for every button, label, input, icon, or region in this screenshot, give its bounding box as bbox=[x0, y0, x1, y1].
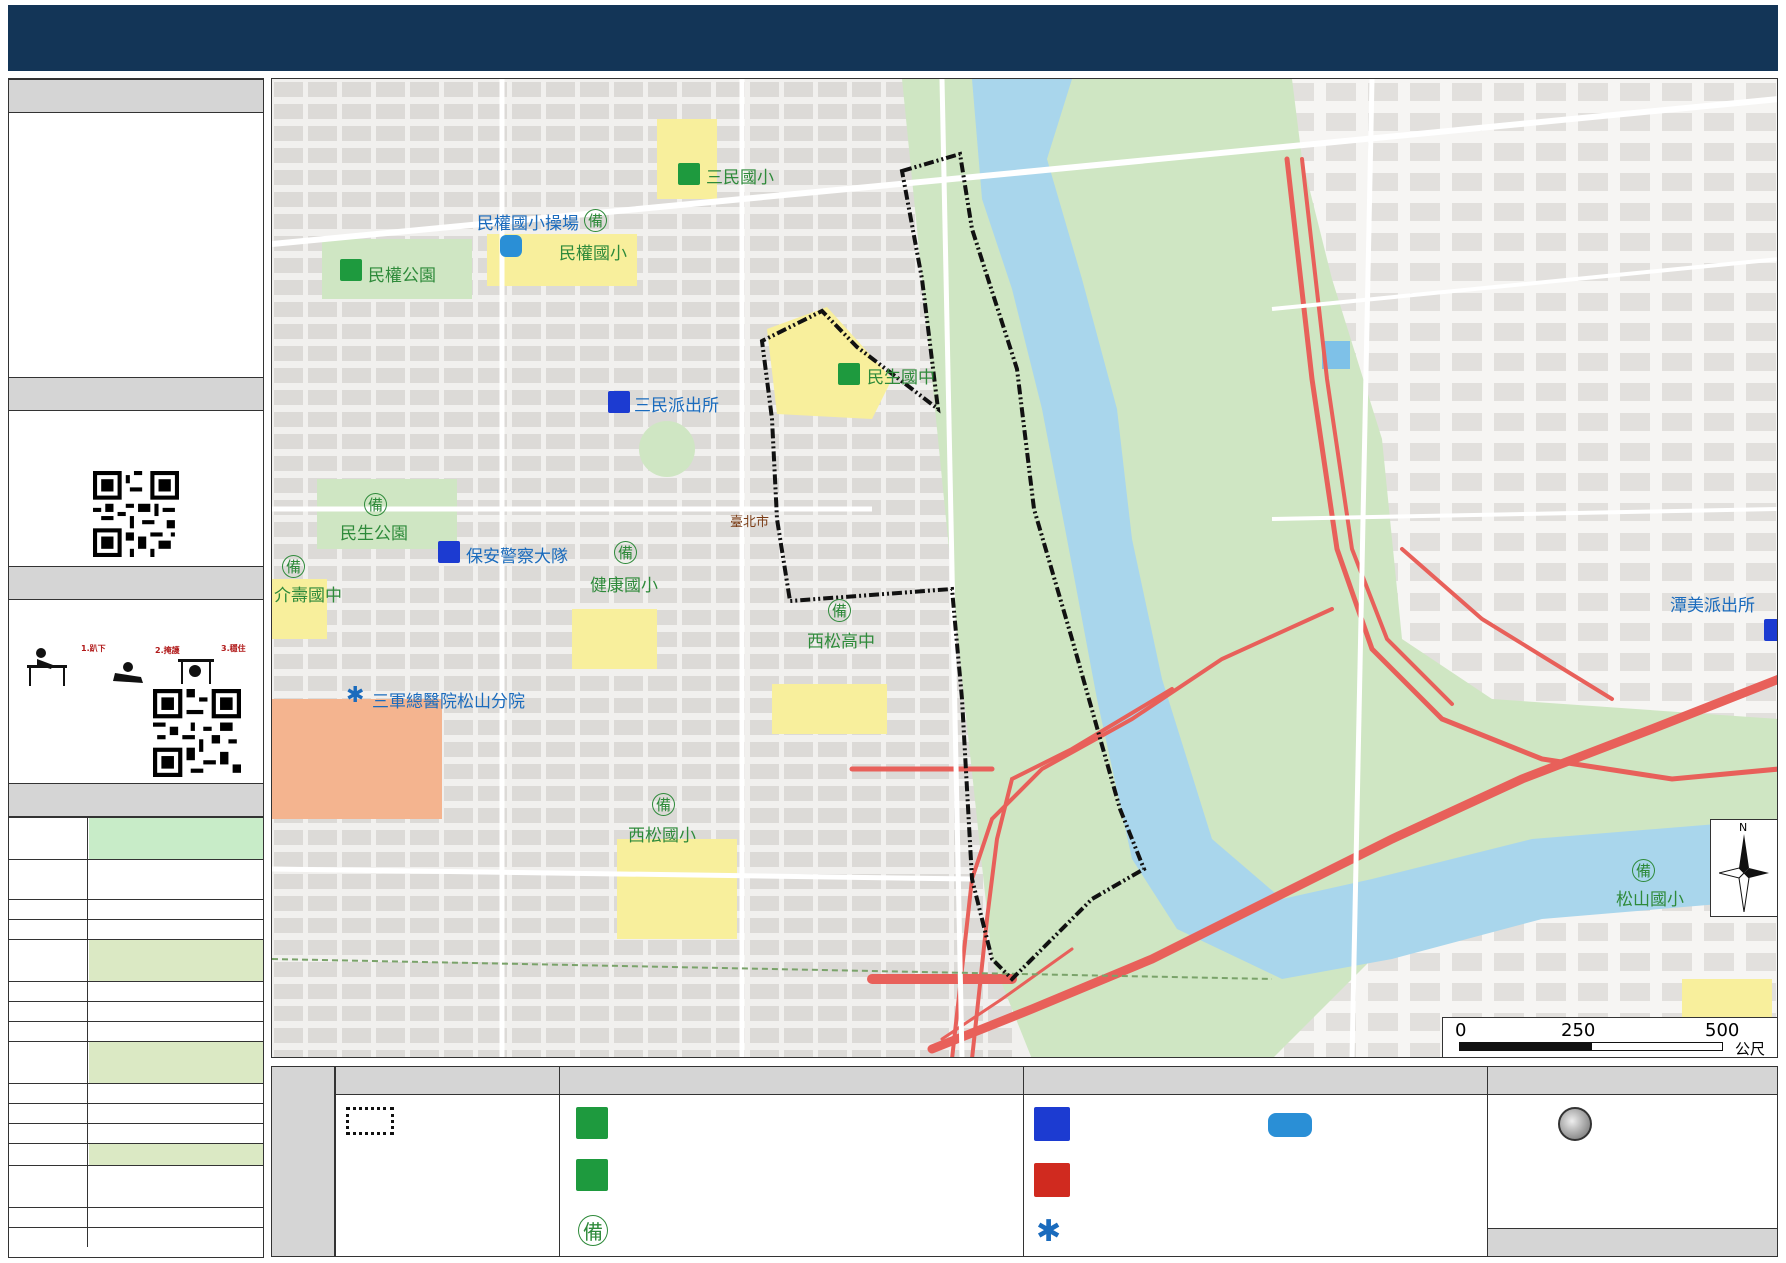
label-reserve-5: 備 bbox=[828, 599, 852, 622]
label-security-police: 保安警察大隊 bbox=[466, 547, 568, 567]
legend-footer-cell bbox=[1488, 1228, 1777, 1256]
label-xisong-elem: 西松國小 bbox=[628, 826, 696, 846]
svg-text:3.穩住: 3.穩住 bbox=[221, 643, 246, 653]
scale-label-0: 0 bbox=[1455, 1020, 1467, 1041]
police-legend-icon bbox=[1034, 1107, 1070, 1141]
shelter-icon-2 bbox=[838, 363, 860, 385]
hospital-legend-icon: ✱ bbox=[1036, 1214, 1062, 1249]
label-minquan-elem: 民權國小 bbox=[559, 244, 627, 264]
helipad-icon bbox=[500, 235, 522, 257]
label-reserve-7: 備 bbox=[1632, 859, 1656, 882]
table-row bbox=[9, 1165, 263, 1207]
table-row bbox=[9, 1083, 263, 1103]
evacuation-legend-icon bbox=[576, 1159, 608, 1191]
table-row bbox=[9, 1041, 263, 1083]
scale-unit: 公尺 bbox=[1735, 1040, 1766, 1058]
scale-label-250: 250 bbox=[1561, 1020, 1596, 1041]
sidebar-section-header-1 bbox=[9, 79, 263, 113]
label-songshan-elem: 松山國小 bbox=[1616, 890, 1684, 910]
sidebar-section-header-2 bbox=[9, 377, 263, 411]
legend-title-cell bbox=[272, 1067, 335, 1256]
table-row bbox=[9, 919, 263, 939]
table-row bbox=[9, 1207, 263, 1227]
sidebar-section-header-4 bbox=[9, 783, 263, 817]
label-sanmin-police: 三民派出所 bbox=[634, 396, 719, 416]
legend-col-services: ✱ bbox=[1023, 1067, 1487, 1256]
header-bar bbox=[8, 5, 1778, 71]
helipad-legend-icon bbox=[1268, 1113, 1312, 1137]
table-row bbox=[9, 1123, 263, 1143]
sidebar-section-header-3 bbox=[9, 566, 263, 600]
evacuation-icon bbox=[340, 259, 362, 281]
table-row bbox=[9, 939, 263, 981]
label-reserve-2: 備 bbox=[364, 493, 388, 516]
table-row bbox=[9, 859, 263, 899]
label-sanmin-elem: 三民國小 bbox=[706, 168, 774, 188]
info-table bbox=[9, 817, 263, 1257]
qr-code-icon-2[interactable] bbox=[153, 689, 241, 777]
north-arrow: N bbox=[1710, 819, 1777, 917]
qr-code-icon[interactable] bbox=[93, 471, 179, 557]
label-minquan-park: 民權公園 bbox=[368, 266, 436, 286]
north-label: N bbox=[1739, 821, 1748, 834]
table-row bbox=[9, 817, 263, 859]
label-reserve-4: 備 bbox=[282, 555, 306, 578]
hospital-icon: ✱ bbox=[346, 683, 365, 708]
label-reserve-3: 備 bbox=[614, 541, 638, 564]
siren-legend-icon bbox=[1558, 1107, 1592, 1141]
label-reserve-1: 備 bbox=[584, 209, 608, 232]
police-icon-3 bbox=[1764, 619, 1777, 641]
sidebar-panel: 1.趴下 2.掩護 3.穩住 bbox=[8, 78, 264, 1258]
table-row bbox=[9, 1227, 263, 1247]
label-taipei-city: 臺北市 bbox=[730, 515, 770, 530]
label-jieshou-jhs: 介壽國中 bbox=[274, 586, 342, 606]
shelter-icon bbox=[678, 163, 700, 185]
svg-text:1.趴下: 1.趴下 bbox=[81, 644, 106, 653]
table-row bbox=[9, 981, 263, 1001]
label-tri-service-hosp: 三軍總醫院松山分院 bbox=[372, 692, 525, 712]
label-tanmei-police: 潭美派出所 bbox=[1670, 596, 1755, 616]
boundary-symbol-icon bbox=[346, 1107, 394, 1135]
svg-text:2.掩護: 2.掩護 bbox=[155, 645, 181, 655]
scale-bar: 0 250 500 公尺 bbox=[1442, 1017, 1777, 1058]
police-icon bbox=[608, 391, 630, 413]
label-minsheng-park: 民生公園 bbox=[340, 524, 408, 544]
table-row bbox=[9, 899, 263, 919]
table-row bbox=[9, 1103, 263, 1123]
legend-col-other bbox=[1487, 1067, 1777, 1256]
table-row bbox=[9, 1001, 263, 1021]
reserve-legend-icon: 備 bbox=[578, 1215, 608, 1246]
label-songshan-hs: 西松高中 bbox=[807, 632, 875, 652]
label-reserve-6: 備 bbox=[652, 793, 676, 816]
legend-col-boundary bbox=[335, 1067, 559, 1256]
legend-col-shelter: 備 bbox=[559, 1067, 1023, 1256]
table-row bbox=[9, 1143, 263, 1165]
label-minsheng-jhs: 民生國中 bbox=[867, 368, 935, 388]
table-row bbox=[9, 1021, 263, 1041]
label-jianjian-elem: 健康國小 bbox=[590, 576, 658, 596]
map-legend: 備 ✱ bbox=[271, 1066, 1778, 1257]
label-minquan-field: 民權國小操場 bbox=[477, 214, 579, 234]
police-icon-2 bbox=[438, 541, 460, 563]
map-canvas[interactable]: 三民國小 民權國小操場 備 民權國小 民權公園 民生國中 三民派出所 備 民生公… bbox=[271, 78, 1778, 1058]
shelter-legend-icon bbox=[576, 1107, 608, 1139]
fire-station-legend-icon bbox=[1034, 1163, 1070, 1197]
